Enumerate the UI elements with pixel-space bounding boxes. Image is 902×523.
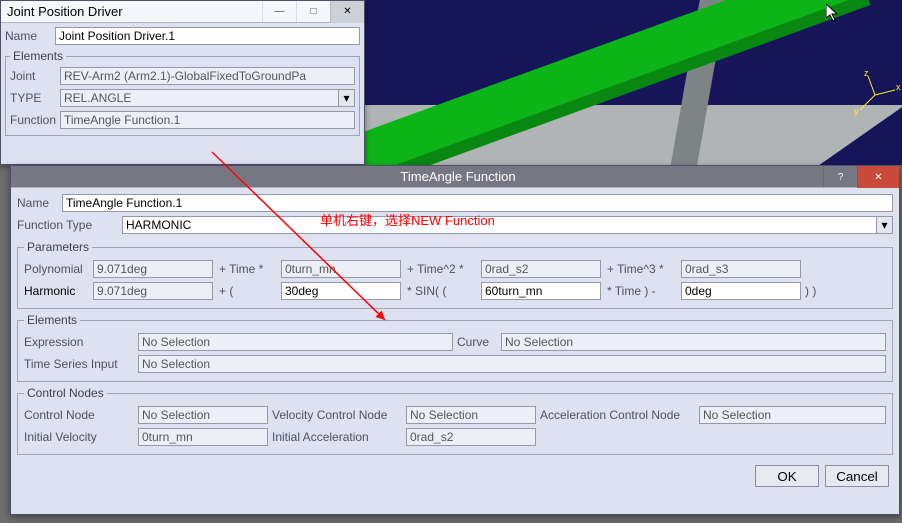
control-nodes-legend: Control Nodes xyxy=(24,386,107,400)
initial-velocity-input[interactable] xyxy=(138,428,268,446)
curve-input[interactable] xyxy=(501,333,886,351)
time-min-label: * Time ) - xyxy=(605,284,677,298)
harmonic-label: Harmonic xyxy=(24,284,89,298)
curve-label: Curve xyxy=(457,335,497,349)
name-label: Name xyxy=(17,196,62,210)
svg-text:y: y xyxy=(854,106,859,116)
titlebar[interactable]: TimeAngle Function ? ✕ xyxy=(11,166,899,188)
type-select[interactable] xyxy=(60,89,355,107)
control-node-input[interactable] xyxy=(138,406,268,424)
svg-text:z: z xyxy=(864,68,869,78)
name-label: Name xyxy=(5,29,55,43)
plus-paren-label: + ( xyxy=(217,284,277,298)
initial-acceleration-input[interactable] xyxy=(406,428,536,446)
close-button[interactable]: ✕ xyxy=(857,166,899,188)
initial-velocity-label: Initial Velocity xyxy=(24,430,134,444)
harm-amp-input[interactable] xyxy=(281,282,401,300)
elements-legend: Elements xyxy=(24,313,80,327)
elements-legend: Elements xyxy=(10,49,66,63)
help-button[interactable]: ? xyxy=(823,166,857,188)
poly-a1-input[interactable] xyxy=(281,260,401,278)
time-series-input[interactable] xyxy=(138,355,886,373)
joint-label: Joint xyxy=(10,69,60,83)
function-type-label: Function Type xyxy=(17,218,122,232)
harm-a0-input[interactable] xyxy=(93,282,213,300)
elements-group: Elements Expression Curve Time Series In… xyxy=(17,313,893,382)
joint-position-driver-window: Joint Position Driver — □ ✕ Name Element… xyxy=(0,0,365,165)
time-series-input-label: Time Series Input xyxy=(24,357,134,371)
chevron-down-icon[interactable]: ▾ xyxy=(338,90,354,106)
close-button[interactable]: ✕ xyxy=(330,1,364,23)
plus-time3-label: + Time^3 * xyxy=(605,262,677,276)
velocity-control-node-input[interactable] xyxy=(406,406,536,424)
poly-a3-input[interactable] xyxy=(681,260,801,278)
name-input[interactable] xyxy=(62,194,893,212)
close-paren-label: ) ) xyxy=(805,284,823,298)
polynomial-label: Polynomial xyxy=(24,262,89,276)
control-node-label: Control Node xyxy=(24,408,134,422)
function-input[interactable] xyxy=(60,111,355,129)
chevron-down-icon[interactable]: ▾ xyxy=(876,217,892,233)
svg-text:x: x xyxy=(896,82,901,92)
axis-gizmo: x z y xyxy=(850,70,900,123)
expression-input[interactable] xyxy=(138,333,453,351)
sin-label: * SIN( ( xyxy=(405,284,477,298)
ok-button[interactable]: OK xyxy=(755,465,819,487)
velocity-control-node-label: Velocity Control Node xyxy=(272,408,402,422)
acceleration-control-node-label: Acceleration Control Node xyxy=(540,408,695,422)
timeangle-function-window: TimeAngle Function ? ✕ Name Function Typ… xyxy=(10,165,900,515)
harm-freq-input[interactable] xyxy=(481,282,601,300)
restore-button[interactable]: □ xyxy=(296,1,330,23)
control-nodes-group: Control Nodes Control Node Velocity Cont… xyxy=(17,386,893,455)
initial-acceleration-label: Initial Acceleration xyxy=(272,430,402,444)
window-title: TimeAngle Function xyxy=(17,169,899,184)
minimize-button[interactable]: — xyxy=(262,1,296,23)
plus-time-label: + Time * xyxy=(217,262,277,276)
acceleration-control-node-input[interactable] xyxy=(699,406,886,424)
titlebar[interactable]: Joint Position Driver — □ ✕ xyxy=(1,1,364,23)
window-title: Joint Position Driver xyxy=(7,4,123,19)
poly-a0-input[interactable] xyxy=(93,260,213,278)
expression-label: Expression xyxy=(24,335,134,349)
poly-a2-input[interactable] xyxy=(481,260,601,278)
name-input[interactable] xyxy=(55,27,360,45)
harm-phase-input[interactable] xyxy=(681,282,801,300)
parameters-group: Parameters Polynomial + Time * + Time^2 … xyxy=(17,240,893,309)
plus-time2-label: + Time^2 * xyxy=(405,262,477,276)
cancel-button[interactable]: Cancel xyxy=(825,465,889,487)
elements-group: Elements Joint TYPE ▾ Function xyxy=(5,49,360,136)
parameters-legend: Parameters xyxy=(24,240,92,254)
function-type-select[interactable] xyxy=(122,216,893,234)
viewport-3d[interactable]: x z y xyxy=(365,0,902,165)
type-label: TYPE xyxy=(10,91,60,105)
joint-input[interactable] xyxy=(60,67,355,85)
function-label: Function xyxy=(10,113,60,127)
